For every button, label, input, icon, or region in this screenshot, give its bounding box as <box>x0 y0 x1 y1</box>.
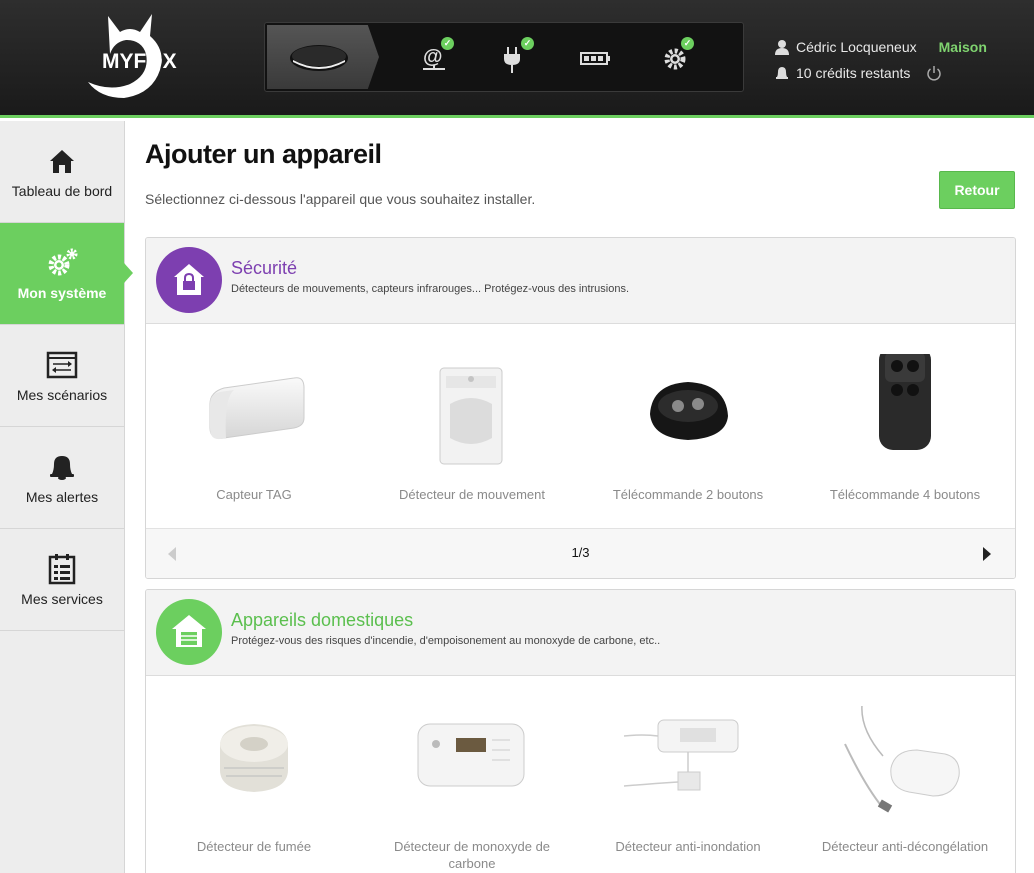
device-card[interactable]: Télécommande 4 boutons <box>805 324 1005 503</box>
bell-icon <box>50 456 74 480</box>
category-description: Détecteurs de mouvements, capteurs infra… <box>231 283 630 295</box>
sidebar-item-label: Tableau de bord <box>11 183 113 199</box>
device-card[interactable]: Détecteur anti-décongélation <box>805 676 1005 855</box>
device-tab-battery[interactable] <box>579 41 613 75</box>
hub-device-icon <box>290 45 348 71</box>
device-label: Télécommande 2 boutons <box>612 487 764 502</box>
remote-2-buttons-image <box>588 354 788 474</box>
device-tab-settings[interactable]: ✓ <box>661 37 695 75</box>
category-icon-circle <box>156 599 222 665</box>
freeze-detector-image <box>805 697 1005 826</box>
sidebar-item-alerts[interactable]: Mes alertes <box>0 427 124 529</box>
sidebar-item-label: Mes scénarios <box>16 387 108 403</box>
category-description: Protégez-vous des risques d'incendie, d'… <box>231 635 661 647</box>
device-label: Détecteur anti-inondation <box>615 839 761 854</box>
device-label: Détecteur anti-décongélation <box>821 839 989 854</box>
next-page-button[interactable] <box>983 547 991 561</box>
device-status-bar: @ ✓ ✓ ✓ <box>264 22 744 92</box>
tag-sensor-image <box>154 354 354 474</box>
top-header: MYFOX @ ✓ ✓ ✓ Cédric Locqueneux Maison 1… <box>0 0 1034 118</box>
page-subtitle: Sélectionnez ci-dessous l'appareil que v… <box>145 191 536 207</box>
sidebar-item-dashboard[interactable]: Tableau de bord <box>0 121 124 223</box>
device-list: Capteur TAG Détecteur de mouvement Téléc… <box>146 324 1015 528</box>
motion-detector-image <box>372 354 572 474</box>
lock-house-icon <box>174 264 204 295</box>
category-title: Sécurité <box>231 258 298 278</box>
back-button[interactable]: Retour <box>939 171 1015 209</box>
device-card[interactable]: Télécommande 2 boutons <box>588 324 788 503</box>
garage-house-icon <box>172 615 206 647</box>
smoke-detector-image <box>154 706 354 826</box>
device-label: Télécommande 4 boutons <box>829 487 981 502</box>
page-indicator: 1/3 <box>571 545 590 560</box>
device-label: Détecteur de monoxyde de carbone <box>393 839 551 871</box>
device-list: Détecteur de fumée Détecteur de monoxyde… <box>146 676 1015 873</box>
credits-text: 10 crédits restants <box>796 65 911 81</box>
device-label: Détecteur de fumée <box>196 839 312 854</box>
category-header: Appareils domestiques Protégez-vous des … <box>146 590 1015 676</box>
device-card[interactable]: Détecteur de fumée <box>154 676 354 855</box>
device-card[interactable]: Détecteur de mouvement <box>372 324 572 503</box>
sidebar-item-scenarios[interactable]: Mes scénarios <box>0 325 124 427</box>
sidebar-item-services[interactable]: Mes services <box>0 529 124 631</box>
sidebar-item-label: Mes services <box>21 591 103 607</box>
scenarios-icon <box>46 351 78 379</box>
device-card[interactable]: Détecteur anti-inondation <box>588 676 788 855</box>
category-panel-security: Sécurité Détecteurs de mouvements, capte… <box>145 237 1016 579</box>
device-tab-internet[interactable]: @ ✓ <box>419 37 454 75</box>
battery-icon <box>580 52 610 65</box>
flood-detector-image <box>588 706 788 826</box>
user-name-link[interactable]: Cédric Locqueneux <box>796 39 917 55</box>
status-ok-badge: ✓ <box>521 37 534 50</box>
device-label: Détecteur de mouvement <box>399 487 545 502</box>
home-name-link[interactable]: Maison <box>939 39 987 55</box>
sidebar-item-my-system[interactable]: Mon système <box>0 223 133 325</box>
category-panel-domestic: Appareils domestiques Protégez-vous des … <box>145 589 1016 873</box>
page-title: Ajouter un appareil <box>145 139 382 169</box>
gears-icon <box>48 248 78 276</box>
bell-icon <box>776 67 788 79</box>
device-pager: 1/3 <box>146 528 1015 578</box>
remote-4-buttons-image <box>805 346 1005 474</box>
category-header: Sécurité Détecteurs de mouvements, capte… <box>146 238 1015 324</box>
user-area: Cédric Locqueneux Maison 10 crédits rest… <box>774 34 1024 86</box>
category-icon-circle <box>156 247 222 313</box>
logout-power-icon[interactable] <box>926 65 942 81</box>
services-icon <box>48 554 76 585</box>
home-icon <box>50 150 74 173</box>
sidebar-item-label: Mon système <box>17 285 107 301</box>
logo-text: MYFOX <box>102 50 177 73</box>
device-label: Capteur TAG <box>216 487 292 502</box>
category-title: Appareils domestiques <box>231 610 414 630</box>
device-card[interactable]: Capteur TAG <box>154 324 354 503</box>
device-tab-power[interactable]: ✓ <box>501 37 535 75</box>
device-card[interactable]: Détecteur de monoxyde de carbone <box>372 676 572 872</box>
svg-text:@: @ <box>423 46 443 68</box>
status-ok-badge: ✓ <box>441 37 454 50</box>
device-tab-hub[interactable] <box>267 25 379 89</box>
status-ok-badge: ✓ <box>681 37 694 50</box>
co-detector-image <box>372 706 572 826</box>
user-icon <box>775 40 789 55</box>
sidebar: Tableau de bord Mon système Mes scénario… <box>0 121 133 873</box>
sidebar-item-label: Mes alertes <box>25 489 99 505</box>
myfox-logo[interactable]: MYFOX <box>80 8 180 104</box>
